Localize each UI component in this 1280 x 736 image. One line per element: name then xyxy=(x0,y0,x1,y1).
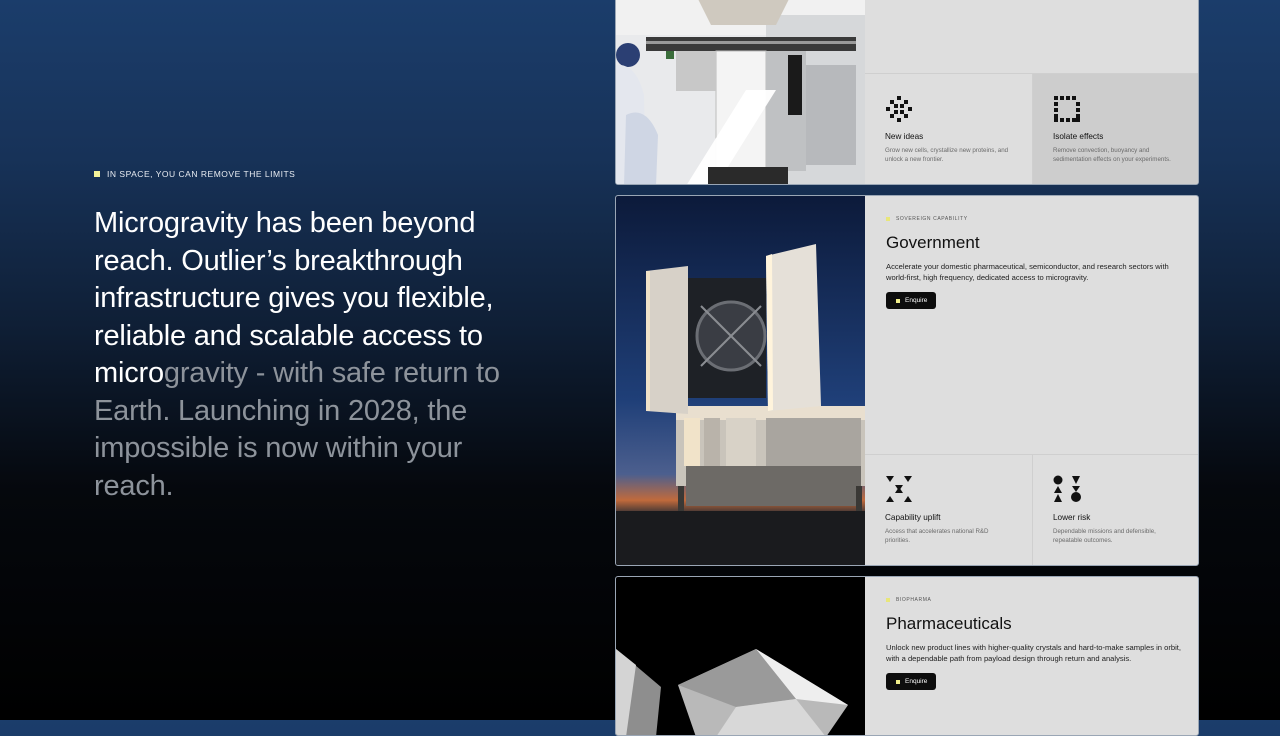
feature-desc: Dependable missions and defensible, repe… xyxy=(1053,528,1156,545)
accent-square-icon xyxy=(896,679,900,684)
feature-lower-risk: Lower risk Dependable missions and defen… xyxy=(1032,454,1198,565)
feature-isolate-effects: Isolate effects Remove convection, buoya… xyxy=(1032,73,1198,184)
feature-desc: Remove convection, buoyancy and sediment… xyxy=(1053,147,1171,164)
card-title: Government xyxy=(886,233,980,252)
card-description: Accelerate your domestic pharmaceutical,… xyxy=(886,262,1169,282)
hero-eyebrow-text: IN SPACE, YOU CAN REMOVE THE LIMITS xyxy=(107,169,296,179)
research-card-info: New ideas Grow new cells, crystallize ne… xyxy=(865,0,1198,184)
hero-lede: Microgravity has been beyond reach. Outl… xyxy=(94,205,514,505)
feature-desc: Access that accelerates national R&D pri… xyxy=(885,528,989,545)
feature-capability-uplift: Capability uplift Access that accelerate… xyxy=(865,454,1032,565)
enquire-button[interactable]: Enquire xyxy=(886,292,937,309)
accent-square-icon xyxy=(886,598,890,602)
feature-title: Lower risk xyxy=(1053,513,1091,522)
card-description: Unlock new product lines with higher-qua… xyxy=(886,643,1182,663)
pharmaceuticals-card-info: BIOPHARMA Pharmaceuticals Unlock new pro… xyxy=(865,577,1198,735)
card-tag: BIOPHARMA xyxy=(886,597,931,603)
government-card-info: SOVEREIGN CAPABILITY Government Accelera… xyxy=(865,196,1198,565)
enquire-button-label: Enquire xyxy=(905,297,928,304)
triangles-uplift-icon xyxy=(886,476,912,502)
research-card: New ideas Grow new cells, crystallize ne… xyxy=(615,0,1199,185)
enquire-button-label: Enquire xyxy=(905,678,928,685)
accent-square-icon xyxy=(886,217,890,221)
pharmaceuticals-card: BIOPHARMA Pharmaceuticals Unlock new pro… xyxy=(615,576,1199,736)
card-tag: SOVEREIGN CAPABILITY xyxy=(886,216,968,222)
feature-title: Isolate effects xyxy=(1053,132,1104,141)
observatory-photo xyxy=(616,196,865,565)
burst-dots-icon xyxy=(886,96,912,122)
card-tag-text: SOVEREIGN CAPABILITY xyxy=(896,216,968,222)
feature-desc: Grow new cells, crystallize new proteins… xyxy=(885,147,1009,164)
satellite-lab-photo xyxy=(616,0,865,184)
accent-square-icon xyxy=(94,171,100,177)
card-title: Pharmaceuticals xyxy=(886,614,1012,633)
feature-title: Capability uplift xyxy=(885,513,941,522)
feature-title: New ideas xyxy=(885,132,924,141)
feature-new-ideas: New ideas Grow new cells, crystallize ne… xyxy=(865,73,1032,184)
enquire-button[interactable]: Enquire xyxy=(886,673,937,690)
hero-eyebrow: IN SPACE, YOU CAN REMOVE THE LIMITS xyxy=(94,169,295,179)
crystal-photo xyxy=(616,577,865,735)
accent-square-icon xyxy=(896,298,900,303)
shapes-risk-icon xyxy=(1053,475,1081,502)
dotted-square-icon xyxy=(1054,96,1080,122)
card-tag-text: BIOPHARMA xyxy=(896,597,932,603)
government-card: SOVEREIGN CAPABILITY Government Accelera… xyxy=(615,195,1199,566)
